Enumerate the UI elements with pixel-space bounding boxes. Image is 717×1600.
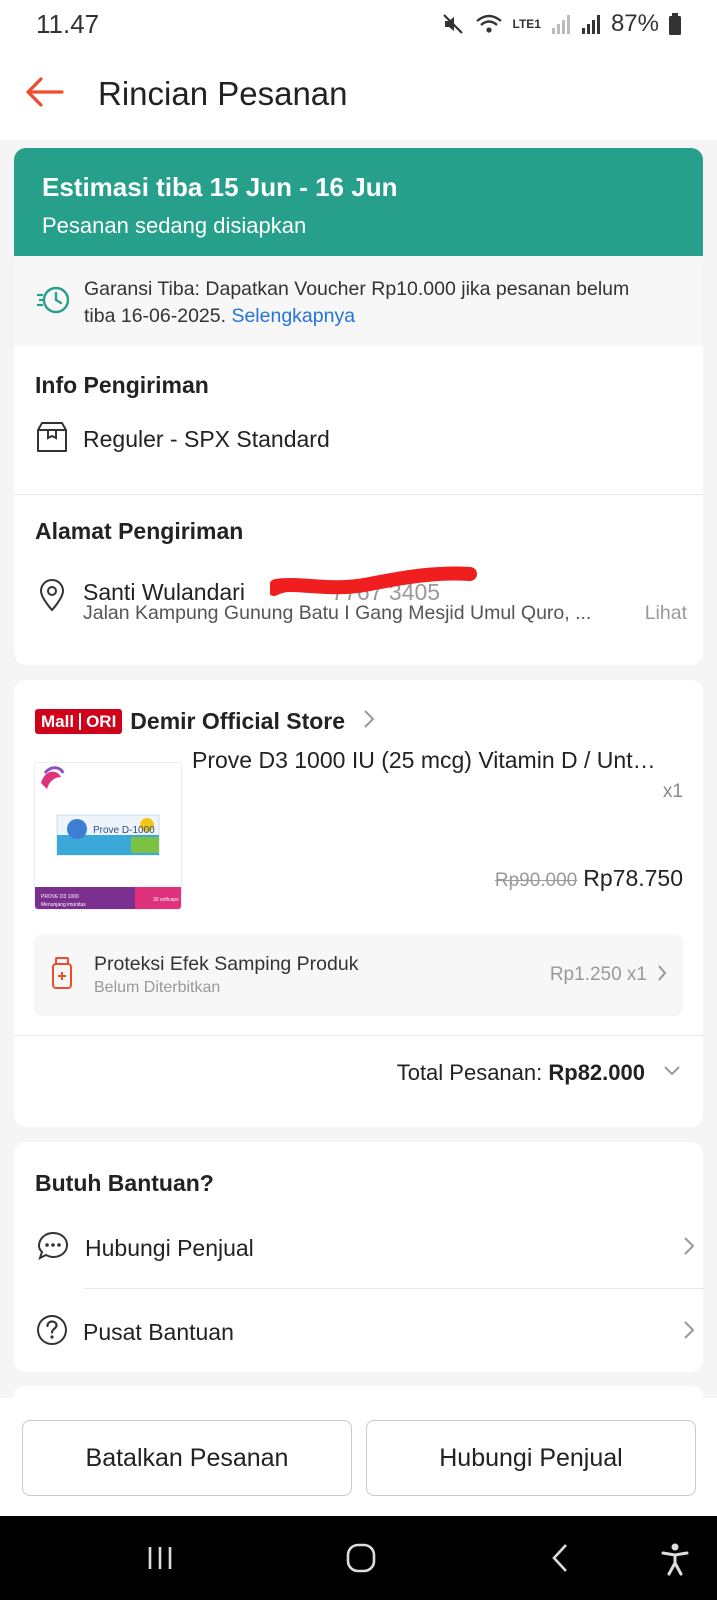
product-image[interactable]: Prove D-1000 PROVE D3 1000 Menunjang imu… — [34, 762, 182, 910]
help-card: Butuh Bantuan? Hubungi Penjual Pusat Ban… — [14, 1142, 703, 1372]
chevron-right-icon — [363, 709, 375, 734]
guarantee-text-line1: Garansi Tiba: Dapatkan Voucher Rp10.000 … — [84, 278, 630, 300]
chevron-right-icon — [683, 1236, 695, 1261]
delivery-estimate-banner: Estimasi tiba 15 Jun - 16 Jun Pesanan se… — [14, 148, 703, 256]
ori-badge-text: ORI — [86, 711, 117, 731]
store-name: Demir Official Store — [130, 708, 346, 734]
recent-apps-icon[interactable] — [146, 1544, 174, 1577]
price-row: Rp90.000 Rp78.750 — [495, 865, 683, 892]
product-box-image: Prove D-1000 PROVE D3 1000 Menunjang imu… — [35, 763, 181, 909]
contact-seller-label: Hubungi Penjual — [85, 1234, 254, 1261]
chevron-down-icon — [663, 1064, 681, 1082]
mall-badge-text: Mall — [41, 711, 75, 731]
status-icons: LTE1 87% — [441, 10, 681, 38]
contact-seller-row[interactable]: Hubungi Penjual — [35, 1228, 695, 1268]
package-icon — [35, 420, 69, 459]
status-bar: 11.47 LTE1 87% — [0, 0, 717, 48]
order-total-value: Rp82.000 — [548, 1060, 645, 1085]
mute-icon — [441, 12, 465, 36]
accessibility-icon[interactable] — [660, 1542, 690, 1581]
divider — [14, 494, 703, 495]
product-price: Rp78.750 — [583, 865, 683, 891]
store-row[interactable]: Mall ORI Demir Official Store — [35, 708, 375, 735]
chevron-right-icon — [657, 964, 667, 987]
divider — [84, 1288, 703, 1289]
chevron-right-icon — [683, 1320, 695, 1345]
signal-icon-1 — [551, 13, 571, 35]
guarantee-text: Garansi Tiba: Dapatkan Voucher Rp10.000 … — [84, 276, 629, 330]
arrow-left-icon — [25, 76, 65, 113]
cancel-order-button[interactable]: Batalkan Pesanan — [22, 1420, 352, 1496]
shipping-method: Reguler - SPX Standard — [83, 426, 330, 452]
order-total-label: Total Pesanan: — [396, 1060, 549, 1085]
divider — [14, 1035, 703, 1036]
mall-ori-badge: Mall ORI — [35, 709, 123, 734]
address-see-more[interactable]: Lihat — [645, 602, 687, 625]
bottom-action-bar: Batalkan Pesanan Hubungi Penjual — [0, 1398, 717, 1516]
guarantee-text-line2: tiba 16-06-2025. — [84, 305, 232, 327]
back-button[interactable] — [0, 48, 90, 140]
redaction-mark — [268, 562, 480, 607]
signal-icon-2 — [581, 13, 601, 35]
lte-label: LTE1 — [512, 17, 541, 31]
system-nav-bar — [0, 1516, 717, 1600]
product-box-text: Prove D-1000 — [93, 825, 155, 836]
battery-icon — [669, 13, 681, 35]
question-circle-icon — [35, 1313, 69, 1352]
wifi-icon — [475, 12, 503, 36]
back-nav-icon[interactable] — [550, 1542, 570, 1579]
original-price: Rp90.000 — [494, 870, 578, 891]
address-row[interactable]: Jalan Kampung Gunung Batu I Gang Mesjid … — [83, 602, 687, 625]
order-total-row[interactable]: Total Pesanan: Rp82.000 — [397, 1060, 681, 1086]
location-pin-icon — [36, 578, 68, 617]
product-box-claim: Menunjang imunitas — [41, 902, 86, 908]
shipping-info-title: Info Pengiriman — [35, 372, 209, 398]
help-title: Butuh Bantuan? — [35, 1170, 214, 1196]
protection-status: Belum Diterbitkan — [94, 979, 221, 996]
side-effect-protection-row[interactable]: Proteksi Efek Samping Produk Belum Diter… — [34, 934, 683, 1016]
protection-title: Proteksi Efek Samping Produk — [94, 953, 359, 975]
app-header: Rincian Pesanan — [0, 48, 717, 140]
delivery-guarantee: Garansi Tiba: Dapatkan Voucher Rp10.000 … — [14, 256, 703, 346]
order-status-text: Pesanan sedang disiapkan — [42, 213, 307, 238]
help-center-label: Pusat Bantuan — [83, 1318, 234, 1345]
protection-price: Rp1.250 x1 — [549, 964, 647, 985]
product-box-label: PROVE D3 1000 — [41, 894, 79, 900]
order-card: Mall ORI Demir Official Store Prove D-10… — [14, 680, 703, 1127]
guarantee-more-link[interactable]: Selengkapnya — [231, 305, 355, 327]
product-name[interactable]: Prove D3 1000 IU (25 mcg) Vitamin D / Un… — [192, 747, 687, 774]
page-title: Rincian Pesanan — [98, 75, 348, 112]
home-icon[interactable] — [345, 1542, 377, 1579]
product-quantity: x1 — [662, 781, 683, 802]
shipping-card: Info Pengiriman Reguler - SPX Standard A… — [14, 346, 703, 665]
delivery-estimate-title: Estimasi tiba 15 Jun - 16 Jun — [42, 172, 398, 202]
medicine-bottle-icon — [50, 956, 74, 995]
status-time: 11.47 — [36, 8, 100, 39]
clock-delivery-icon — [36, 282, 72, 318]
chat-bubble-icon — [35, 1230, 71, 1267]
shipping-method-row[interactable]: Reguler - SPX Standard — [35, 420, 330, 459]
contact-seller-button[interactable]: Hubungi Penjual — [366, 1420, 696, 1496]
battery-percent: 87% — [610, 10, 659, 37]
address-street: Jalan Kampung Gunung Batu I Gang Mesjid … — [83, 602, 592, 624]
product-box-count: 30 softcaps — [153, 897, 179, 903]
protection-text: Proteksi Efek Samping Produk Belum Diter… — [94, 953, 550, 997]
help-center-row[interactable]: Pusat Bantuan — [35, 1312, 695, 1352]
address-title: Alamat Pengiriman — [35, 518, 244, 544]
